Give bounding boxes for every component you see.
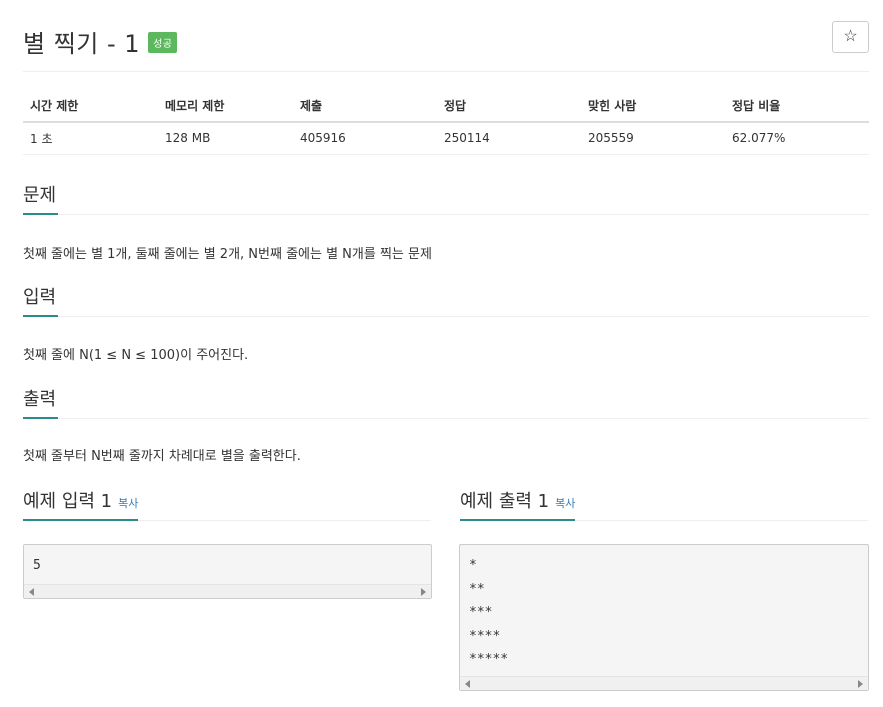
output-section-header: 출력 (23, 387, 869, 419)
sample-output-heading: 예제 출력 1 복사 (460, 489, 576, 521)
scroll-left-icon[interactable] (29, 588, 34, 596)
problem-header: 별 찍기 - 1 성공 ☆ (23, 18, 869, 72)
status-badge: 성공 (148, 31, 178, 53)
accept-ratio-value: 62.077% (725, 122, 869, 155)
problem-info-table: 시간 제한 메모리 제한 제출 정답 맞힌 사람 정답 비율 1 초 128 M… (23, 90, 869, 155)
problem-title: 별 찍기 - 1 (23, 30, 141, 58)
header-solved-users: 맞힌 사람 (581, 90, 725, 123)
table-header-row: 시간 제한 메모리 제한 제출 정답 맞힌 사람 정답 비율 (23, 90, 869, 123)
output-heading: 출력 (23, 387, 59, 419)
sample-input-scrollbar[interactable] (24, 584, 431, 598)
sample-output-line: ** (469, 581, 485, 597)
description-text: 첫째 줄에는 별 1개, 둘째 줄에는 별 2개, N번째 줄에는 별 N개를 … (23, 247, 432, 262)
solved-users-value: 205559 (581, 122, 725, 155)
accepted-value: 250114 (437, 122, 581, 155)
header-accepted: 정답 (437, 90, 581, 123)
sample-input-heading: 예제 입력 1 복사 (23, 489, 139, 521)
submissions-value: 405916 (293, 122, 437, 155)
output-text: 첫째 줄부터 N번째 줄까지 차례대로 별을 출력한다. (23, 449, 301, 464)
sample-output-title: 예제 출력 1 (460, 491, 550, 512)
scroll-right-icon[interactable] (858, 680, 863, 688)
input-heading: 입력 (23, 285, 59, 317)
sample-input-box[interactable]: 5 (23, 544, 432, 599)
sample-output-box[interactable]: * ** *** **** ***** (459, 544, 869, 691)
scroll-right-icon[interactable] (421, 588, 426, 596)
sample-input-title: 예제 입력 1 (23, 491, 113, 512)
input-text: 첫째 줄에 N(1 ≤ N ≤ 100)이 주어진다. (23, 348, 249, 363)
copy-sample-output-button[interactable]: 복사 (555, 497, 575, 510)
header-time-limit: 시간 제한 (23, 90, 158, 123)
sample-output-scrollbar[interactable] (460, 676, 868, 690)
star-icon[interactable]: ☆ (832, 21, 869, 53)
sample-output-line: *** (469, 605, 493, 620)
header-submissions: 제출 (293, 90, 437, 123)
input-section-header: 입력 (23, 285, 869, 317)
scroll-left-icon[interactable] (465, 680, 470, 688)
memory-limit-value: 128 MB (158, 122, 293, 155)
sample-output-line: * (469, 558, 477, 573)
description-section-header: 문제 (23, 183, 869, 215)
header-memory-limit: 메모리 제한 (158, 90, 293, 123)
sample-output-line: **** (469, 628, 501, 644)
sample-input-line: 5 (33, 558, 41, 573)
header-accept-ratio: 정답 비율 (725, 90, 869, 123)
sample-output-header: 예제 출력 1 복사 (460, 489, 868, 521)
sample-output-line: ***** (469, 652, 509, 667)
copy-sample-input-button[interactable]: 복사 (118, 497, 138, 510)
description-heading: 문제 (23, 183, 59, 215)
time-limit-value: 1 초 (23, 122, 158, 155)
sample-input-header: 예제 입력 1 복사 (23, 489, 431, 521)
page-title: 별 찍기 - 1 성공 (23, 24, 178, 59)
table-row: 1 초 128 MB 405916 250114 205559 62.077% (23, 122, 869, 155)
